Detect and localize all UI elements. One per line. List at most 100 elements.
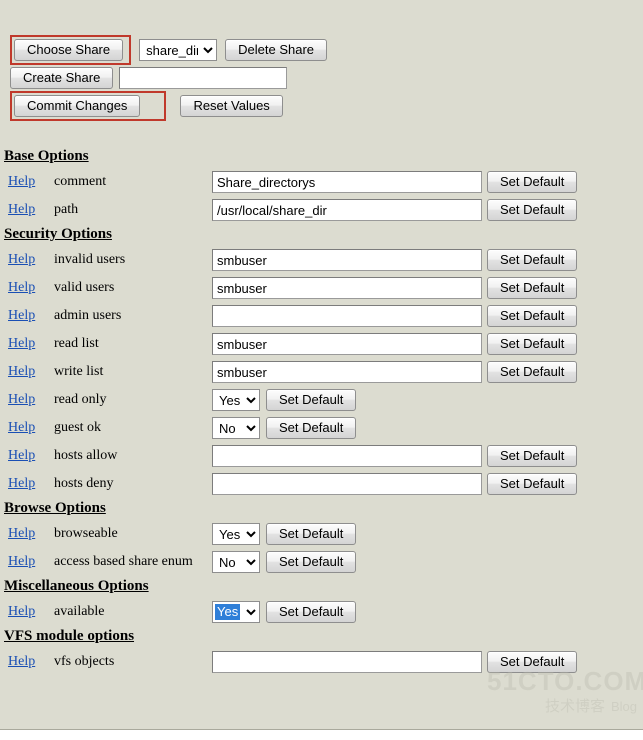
- option-row-path: Help path Set Default: [0, 196, 643, 224]
- set-default-button-hosts-deny[interactable]: Set Default: [487, 473, 578, 495]
- help-link-write-list[interactable]: Help: [8, 364, 35, 379]
- help-link-read-list[interactable]: Help: [8, 336, 35, 351]
- reset-values-button[interactable]: Reset Values: [180, 95, 283, 117]
- help-cell: Help: [0, 554, 54, 570]
- option-select-read-only[interactable]: YesNo: [212, 389, 260, 411]
- help-cell: Help: [0, 392, 54, 408]
- option-input-invalid-users[interactable]: [212, 249, 482, 271]
- option-row-read-only: Help read only YesNo Set Default: [0, 386, 643, 414]
- toolbar-row-create: Create Share: [0, 64, 643, 92]
- option-label-read-only: read only: [54, 392, 107, 407]
- toolbar-row-commit: Commit Changes Reset Values: [0, 91, 643, 121]
- set-default-button-available[interactable]: Set Default: [266, 601, 357, 623]
- help-cell: Help: [0, 654, 54, 670]
- set-default-button-hosts-allow[interactable]: Set Default: [487, 445, 578, 467]
- set-default-button-browseable[interactable]: Set Default: [266, 523, 357, 545]
- help-link-access-based-share-enum[interactable]: Help: [8, 554, 35, 569]
- share-select[interactable]: share_dir: [139, 39, 218, 61]
- help-link-hosts-allow[interactable]: Help: [8, 448, 35, 463]
- option-row-invalid-users: Help invalid users Set Default: [0, 246, 643, 274]
- set-default-button-guest-ok[interactable]: Set Default: [266, 417, 357, 439]
- option-label-admin-users: admin users: [54, 308, 122, 323]
- option-select-available[interactable]: YesNo: [212, 601, 260, 623]
- option-select-browseable[interactable]: YesNo: [212, 523, 260, 545]
- option-select-wrap: YesNoYes: [212, 601, 260, 623]
- option-input-vfs-objects[interactable]: [212, 651, 482, 673]
- option-row-admin-users: Help admin users Set Default: [0, 302, 643, 330]
- option-row-access-based-share-enum: Help access based share enum YesNo Set Defa…: [0, 548, 643, 576]
- bottom-page-fill: [0, 731, 643, 740]
- set-default-button-read-only[interactable]: Set Default: [266, 389, 357, 411]
- watermark-sub: 技术博客 Blog: [487, 696, 637, 717]
- option-row-vfs-objects: Help vfs objects Set Default: [0, 648, 643, 676]
- watermark-sub-text: 技术博客: [544, 697, 605, 715]
- set-default-button-access-based-share-enum[interactable]: Set Default: [266, 551, 357, 573]
- option-input-path[interactable]: [212, 199, 482, 221]
- help-cell: Help: [0, 526, 54, 542]
- choose-share-button[interactable]: Choose Share: [14, 39, 124, 61]
- option-row-hosts-deny: Help hosts deny Set Default: [0, 470, 643, 498]
- option-input-valid-users[interactable]: [212, 277, 482, 299]
- section-heading-security-options: Security Options: [4, 226, 112, 242]
- option-select-access-based-share-enum[interactable]: YesNo: [212, 551, 260, 573]
- option-select-wrap: YesNo: [212, 389, 260, 411]
- set-default-button-read-list[interactable]: Set Default: [487, 333, 578, 355]
- share-toolbar: Choose Share share_dir Delete Share Crea…: [0, 35, 643, 121]
- option-field-cell: YesNoYes Set Default: [212, 601, 643, 623]
- help-cell: Help: [0, 308, 54, 324]
- set-default-button-comment[interactable]: Set Default: [487, 171, 578, 193]
- option-row-read-list: Help read list Set Default: [0, 330, 643, 358]
- create-share-input[interactable]: [119, 67, 288, 89]
- option-select-guest-ok[interactable]: YesNo: [212, 417, 260, 439]
- option-field-cell: YesNo Set Default: [212, 389, 643, 411]
- option-input-write-list[interactable]: [212, 361, 482, 383]
- option-label-available: available: [54, 604, 105, 619]
- set-default-button-valid-users[interactable]: Set Default: [487, 277, 578, 299]
- watermark-blog-text: Blog: [610, 699, 637, 714]
- section-heading-vfs-module-options: VFS module options: [4, 628, 135, 644]
- help-link-guest-ok[interactable]: Help: [8, 420, 35, 435]
- set-default-button-admin-users[interactable]: Set Default: [487, 305, 578, 327]
- option-field-cell: Set Default: [212, 333, 643, 355]
- help-cell: Help: [0, 336, 54, 352]
- create-share-button[interactable]: Create Share: [10, 67, 114, 89]
- option-input-hosts-deny[interactable]: [212, 473, 482, 495]
- option-label-invalid-users: invalid users: [54, 252, 126, 267]
- help-cell: Help: [0, 476, 54, 492]
- set-default-button-path[interactable]: Set Default: [487, 199, 578, 221]
- help-link-read-only[interactable]: Help: [8, 392, 35, 407]
- option-label-access-based-share-enum: access based share enum: [54, 554, 193, 569]
- help-link-comment[interactable]: Help: [8, 174, 35, 189]
- option-input-comment[interactable]: [212, 171, 482, 193]
- option-input-admin-users[interactable]: [212, 305, 482, 327]
- help-link-valid-users[interactable]: Help: [8, 280, 35, 295]
- help-link-vfs-objects[interactable]: Help: [8, 654, 35, 669]
- option-label-valid-users: valid users: [54, 280, 115, 295]
- set-default-button-write-list[interactable]: Set Default: [487, 361, 578, 383]
- commit-changes-button[interactable]: Commit Changes: [14, 95, 141, 117]
- set-default-button-vfs-objects[interactable]: Set Default: [487, 651, 578, 673]
- help-link-invalid-users[interactable]: Help: [8, 252, 35, 267]
- option-field-cell: YesNo Set Default: [212, 417, 643, 439]
- section-heading-base-options: Base Options: [4, 148, 89, 164]
- help-cell: Help: [0, 420, 54, 436]
- help-link-available[interactable]: Help: [8, 604, 35, 619]
- option-row-comment: Help comment Set Default: [0, 168, 643, 196]
- delete-share-button[interactable]: Delete Share: [225, 39, 328, 61]
- help-link-hosts-deny[interactable]: Help: [8, 476, 35, 491]
- help-cell: Help: [0, 202, 54, 218]
- help-link-admin-users[interactable]: Help: [8, 308, 35, 323]
- commit-changes-highlight: Commit Changes: [10, 91, 167, 121]
- help-cell: Help: [0, 448, 54, 464]
- option-row-available: Help available YesNoYes Set Default: [0, 598, 643, 626]
- help-link-path[interactable]: Help: [8, 202, 35, 217]
- set-default-button-invalid-users[interactable]: Set Default: [487, 249, 578, 271]
- option-input-read-list[interactable]: [212, 333, 482, 355]
- help-link-browseable[interactable]: Help: [8, 526, 35, 541]
- option-label-hosts-deny: hosts deny: [54, 476, 114, 491]
- option-label-write-list: write list: [54, 364, 104, 379]
- option-field-cell: Set Default: [212, 277, 643, 299]
- help-cell: Help: [0, 364, 54, 380]
- option-input-hosts-allow[interactable]: [212, 445, 482, 467]
- option-row-write-list: Help write list Set Default: [0, 358, 643, 386]
